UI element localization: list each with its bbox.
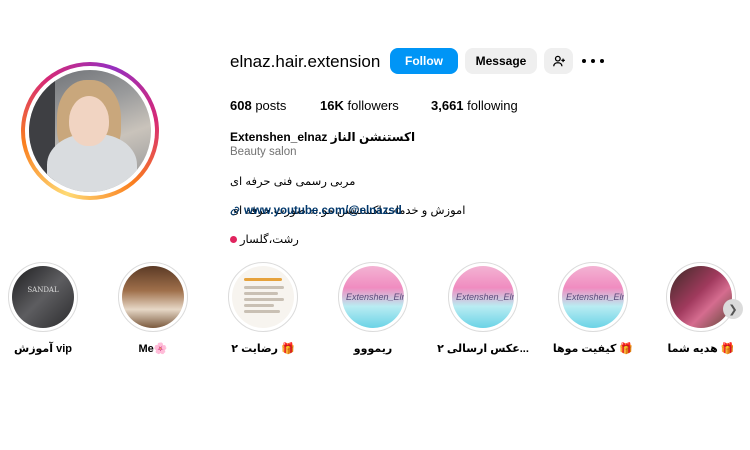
profile-link[interactable]: www.youtube.com/@elnazsd <box>230 205 402 217</box>
category-label: Beauty salon <box>230 146 297 158</box>
highlight-cover-text: Extenshen_Elnaz <box>566 292 624 302</box>
more-dot <box>582 59 586 63</box>
suggested-accounts-button[interactable] <box>544 48 573 74</box>
highlight-cover-text: Extenshen_Elnaz <box>456 292 514 302</box>
story-highlight[interactable]: Extenshen_Elnaz ریمووو <box>338 262 408 355</box>
highlight-label: هدیه شما 🎁 <box>667 343 735 355</box>
add-user-icon <box>552 55 565 67</box>
story-highlight[interactable]: Me🌸 <box>118 262 188 355</box>
avatar-frame <box>25 66 155 196</box>
highlight-label: ریمووو <box>353 343 393 355</box>
highlight-cover: Extenshen_Elnaz <box>562 266 624 328</box>
story-highlight[interactable]: Extenshen_Elnaz کیفیت موها 🎁 <box>553 262 633 355</box>
highlight-ring: Extenshen_Elnaz <box>558 262 628 332</box>
location-pin-icon <box>230 235 237 243</box>
highlight-cover: Extenshen_Elnaz <box>452 266 514 328</box>
highlight-label: رضایت ۲ 🎁 <box>231 343 295 355</box>
cover-line <box>244 304 274 307</box>
following-count: 3,661 <box>431 98 464 113</box>
highlight-cover <box>232 266 294 328</box>
highlight-ring: Extenshen_Elnaz <box>338 262 408 332</box>
cover-line <box>244 286 284 289</box>
cover-line <box>244 310 280 313</box>
profile-stats: 608 posts 16K followers 3,661 following <box>230 98 518 113</box>
highlight-ring <box>666 262 736 332</box>
highlight-cover: SANDAL <box>12 266 74 328</box>
more-dot <box>600 59 604 63</box>
following-stat[interactable]: 3,661 following <box>431 98 518 113</box>
highlight-label: Me🌸 <box>138 343 168 355</box>
highlight-cover <box>670 266 732 328</box>
avatar <box>29 70 151 192</box>
posts-stat: 608 posts <box>230 98 320 113</box>
highlight-cover: Extenshen_Elnaz <box>342 266 404 328</box>
next-highlights-button[interactable]: ❯ <box>723 299 743 319</box>
bio-line: مربی رسمی فنی حرفه ای <box>230 175 356 188</box>
link-text: www.youtube.com/@elnazsd <box>244 205 402 217</box>
highlight-cover <box>122 266 184 328</box>
follow-button[interactable]: Follow <box>390 48 458 74</box>
username: elnaz.hair.extension <box>230 52 381 71</box>
highlight-ring: Extenshen_Elnaz <box>448 262 518 332</box>
cover-line <box>244 278 282 281</box>
full-name: Extenshen_elnaz اکستنشن الناز <box>230 130 416 144</box>
more-icon[interactable] <box>582 53 604 69</box>
followers-count: 16K <box>320 98 344 113</box>
highlight-ring <box>118 262 188 332</box>
highlight-label: کیفیت موها 🎁 <box>552 343 634 355</box>
link-icon <box>230 206 240 216</box>
story-highlight[interactable]: هدیه شما 🎁 <box>666 262 736 355</box>
bio-location: رشت،گلسار <box>240 233 299 246</box>
avatar-face <box>69 96 109 146</box>
chevron-right-icon: ❯ <box>728 303 738 316</box>
cover-line <box>244 298 284 301</box>
posts-count: 608 <box>230 98 252 113</box>
highlight-label: عکس ارسالی ۲... <box>437 343 529 355</box>
highlight-label: آموزش vip <box>14 343 72 355</box>
followers-label: followers <box>343 98 399 113</box>
following-label: following <box>463 98 518 113</box>
highlight-ring: SANDAL <box>8 262 78 332</box>
story-highlight[interactable]: SANDAL آموزش vip <box>8 262 78 355</box>
cover-line <box>244 292 278 295</box>
highlight-cover-text: SANDAL <box>27 286 59 294</box>
highlight-ring <box>228 262 298 332</box>
message-button[interactable]: Message <box>465 48 537 74</box>
story-highlight[interactable]: رضایت ۲ 🎁 <box>228 262 298 355</box>
followers-stat[interactable]: 16K followers <box>320 98 431 113</box>
highlight-cover-text: Extenshen_Elnaz <box>346 292 404 302</box>
posts-label: posts <box>251 98 287 113</box>
profile-avatar[interactable] <box>21 62 159 200</box>
bio-line: رشت،گلسار <box>230 233 465 248</box>
story-highlight[interactable]: Extenshen_Elnaz عکس ارسالی ۲... <box>437 262 529 355</box>
more-dot <box>591 59 595 63</box>
